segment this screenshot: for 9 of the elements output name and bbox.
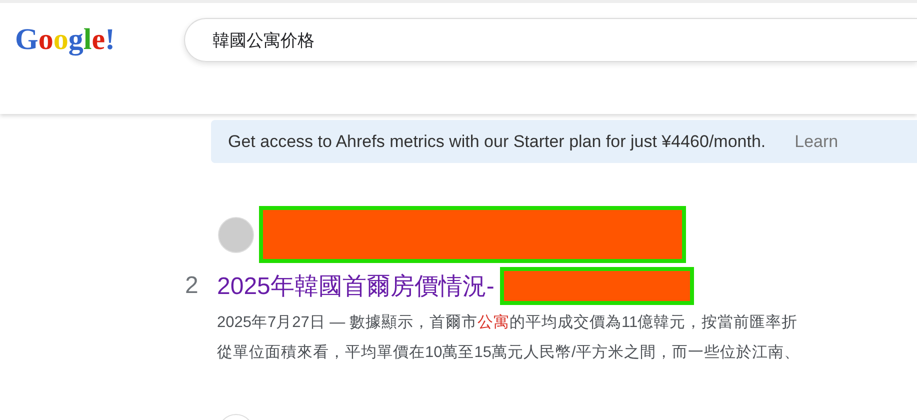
result-title-link[interactable]: 2025年韓國首爾房價情況- xyxy=(217,270,494,302)
avatar-icon xyxy=(218,216,254,252)
result-snippet: 2025年7月27日 — 數據顯示，首爾市公寓的平均成交價為11億韓元，按當前匯率折 xyxy=(217,313,799,333)
search-field[interactable]: 韓國公寓价格 xyxy=(184,18,917,62)
logo[interactable]: Google! xyxy=(15,23,184,57)
result-snippet: 從單位面積來看，平均單價在10萬至15萬元人民幣/平方米之間，而一些位於江南、 xyxy=(217,343,801,363)
learn-link[interactable]: Learn xyxy=(794,132,838,152)
promo-text: Get access to Ahrefs metrics with our Starter plan for just ¥4460/month. xyxy=(228,132,766,152)
result-number: 2 xyxy=(185,272,200,300)
